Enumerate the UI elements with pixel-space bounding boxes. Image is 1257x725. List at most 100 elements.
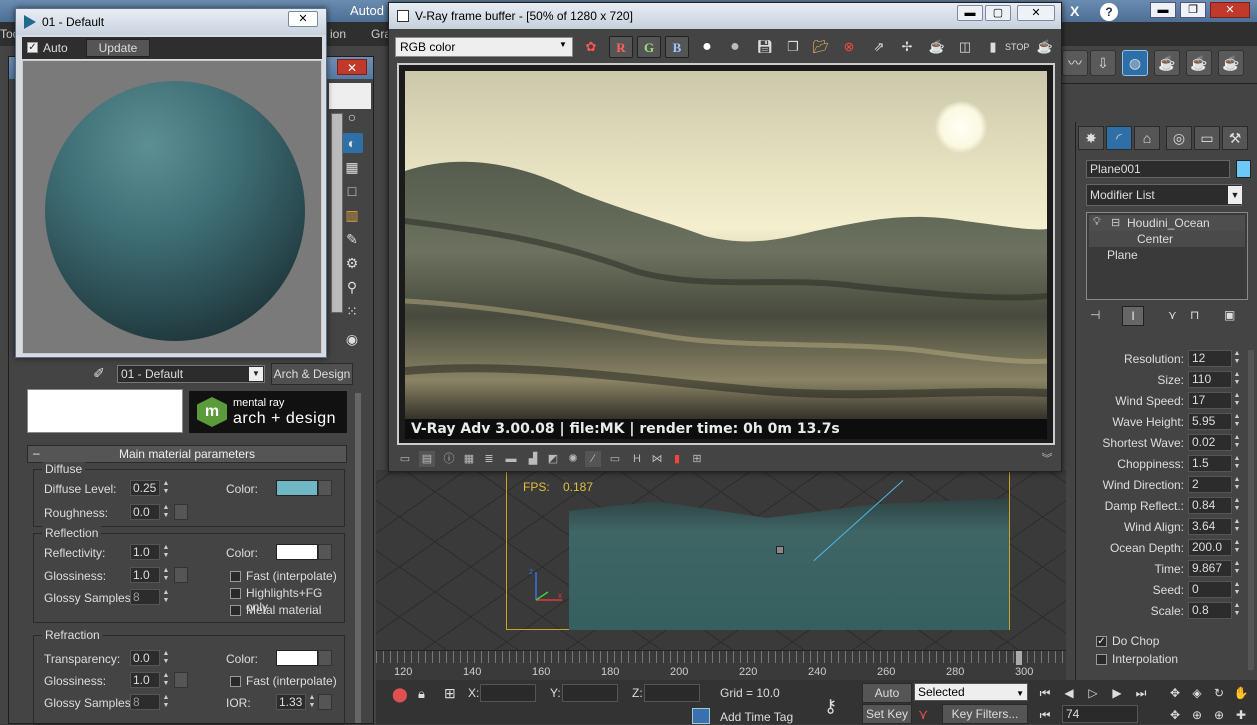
render-frame-icon[interactable]: ☕ [1186,50,1212,76]
link-to-vray-icon[interactable]: ◫ [953,36,977,58]
go-to-parent-icon[interactable]: ◉ [341,329,363,349]
play-icon[interactable]: ▷ [1084,684,1102,702]
material-editor-icon[interactable]: ◍ [1122,50,1148,76]
ior-field[interactable]: 1.33 [276,694,306,710]
exposure-icon[interactable]: ▦ [461,451,477,467]
rollout-collapse-icon[interactable]: – [33,446,40,460]
sample-type-icon[interactable]: ○ [341,107,363,127]
refraction-glossy-samples-field[interactable]: 8 [130,694,160,710]
tab-hierarchy[interactable]: ⌂ [1134,126,1160,150]
schematic-view-icon[interactable]: ⇩ [1090,50,1116,76]
key-set-select[interactable]: Selected ▼ [914,683,1028,701]
maximize-viewport-icon[interactable]: ✚ [1232,706,1250,724]
key-mode-toggle-icon[interactable]: ⏮ [1036,706,1054,724]
param-value-field[interactable]: 0.84 [1188,497,1232,514]
modifier-stack[interactable]: 💡︎ ⊟ Houdini_Ocean Center Plane [1086,212,1248,300]
material-editor-search[interactable] [329,83,371,109]
refraction-glossiness-field[interactable]: 1.0 [130,672,160,688]
app-restore-button[interactable]: ❐ [1180,2,1206,18]
roughness-map-button[interactable] [174,504,188,520]
pixel-aspect-icon[interactable]: H [629,451,645,467]
previous-frame-icon[interactable]: ◀ [1060,684,1078,702]
roll-icon[interactable]: ⊕ [1210,706,1228,724]
toggle-panel-icon[interactable]: ▭ [397,451,413,467]
color-corrections-icon[interactable]: ▤ [419,451,435,467]
param-value-field[interactable]: 0 [1188,581,1232,598]
template-selector[interactable] [27,389,183,433]
interpolation-checkbox[interactable] [1096,654,1107,665]
transparency-spinner[interactable]: ▲ ▼ [162,650,170,666]
levels-icon[interactable]: ▟ [525,451,541,467]
key-mode-curve-icon[interactable]: ⋎ [918,706,928,723]
ior-map-button[interactable] [318,694,332,710]
material-type-button[interactable]: Arch & Design [271,363,353,385]
param-value-field[interactable]: 1.5 [1188,455,1232,472]
set-key-button[interactable]: Set Key [862,704,912,724]
object-name-field[interactable]: Plane001 [1086,160,1230,178]
material-name-field[interactable]: 01 - Default [117,365,265,383]
orbit-icon[interactable]: ◈ [1188,684,1206,702]
refraction-glossiness-spinner[interactable]: ▲ ▼ [162,672,170,688]
param-value-field[interactable]: 12 [1188,350,1232,367]
refraction-glossiness-map-button[interactable] [174,672,188,688]
make-preview-icon[interactable]: ✎ [341,229,363,249]
param-value-field[interactable]: 0.02 [1188,434,1232,451]
reflection-color-swatch[interactable] [276,544,318,560]
metal-material-checkbox[interactable] [230,605,241,616]
param-value-field[interactable]: 5.95 [1188,413,1232,430]
param-spinner[interactable]: ▲ ▼ [1233,392,1241,409]
collapse-vfb-icon[interactable]: ︾ [1039,451,1055,467]
key-filters-button[interactable]: Key Filters... [942,704,1028,724]
camera-target-icon[interactable] [776,546,784,554]
param-spinner[interactable]: ▲ ▼ [1233,455,1241,472]
video-color-check-icon[interactable]: ▥ [341,205,363,225]
vfb-minimize-button[interactable]: ▬ [957,5,983,21]
white-balance-icon[interactable]: ≣ [481,451,497,467]
update-button[interactable]: Update [86,39,150,57]
lut-icon[interactable]: ▭ [607,451,623,467]
stack-item-houdini-ocean[interactable]: Houdini_Ocean [1127,215,1210,231]
refraction-glossy-samples-spinner[interactable]: ▲ ▼ [162,694,170,710]
command-panel-scrollbar[interactable] [1248,350,1254,670]
duplicate-to-max-vfb-icon[interactable]: ⇗ [867,36,891,58]
options-icon[interactable]: ⚙ [341,253,363,273]
tab-modify[interactable]: ◜ [1106,126,1132,150]
zoom-icon[interactable]: ✥ [1166,706,1184,724]
param-spinner[interactable]: ▲ ▼ [1233,350,1241,367]
curve-editor-icon[interactable]: 〰 [1062,50,1088,76]
add-time-tag-button[interactable]: Add Time Tag [720,710,793,724]
diffuse-level-spinner[interactable]: ▲ ▼ [162,480,170,496]
blue-channel-button[interactable]: B [665,36,689,58]
param-value-field[interactable]: 3.64 [1188,518,1232,535]
material-editor-close-button[interactable]: ✕ [337,59,367,75]
param-spinner[interactable]: ▲ ▼ [1233,560,1241,577]
tab-display[interactable]: ▭ [1194,126,1220,150]
remove-modifier-icon[interactable]: ⊓ [1190,308,1199,322]
param-spinner[interactable]: ▲ ▼ [1233,413,1241,430]
param-value-field[interactable]: 200.0 [1188,539,1232,556]
sample-slots-scrollbar[interactable] [331,113,343,313]
help-icon[interactable]: ? [1100,3,1118,21]
render-setup-icon[interactable]: ☕ [1154,50,1180,76]
vfb-maximize-button[interactable]: ▢ [985,5,1011,21]
reflection-glossiness-field[interactable]: 1.0 [130,567,160,583]
dolly-icon[interactable]: ⊕ [1188,706,1206,724]
current-frame-field[interactable]: 74 [1062,705,1138,723]
refraction-map-button[interactable] [318,650,332,666]
isolate-icon[interactable]: ⬤ [392,686,408,703]
pin-stack-icon[interactable]: ⊣ [1090,308,1100,322]
param-value-field[interactable]: 110 [1188,371,1232,388]
auto-key-button[interactable]: Auto Key [862,683,912,718]
param-value-field[interactable]: 9.867 [1188,560,1232,577]
reflection-glossiness-spinner[interactable]: ▲ ▼ [162,567,170,583]
param-spinner[interactable]: ▲ ▼ [1233,602,1241,619]
param-spinner[interactable]: ▲ ▼ [1233,434,1241,451]
diffuse-color-swatch[interactable] [276,480,318,496]
region-render-icon[interactable]: ☕ [925,36,949,58]
diffuse-level-field[interactable]: 0.25 [130,480,160,496]
info-icon[interactable]: ⓘ [441,451,457,467]
monochrome-icon[interactable]: ● [723,36,747,58]
show-last-vfb-icon[interactable]: ▮ [981,36,1005,58]
absolute-mode-icon[interactable]: ⊞ [444,685,456,702]
select-by-material-icon[interactable]: ⚲ [341,277,363,297]
